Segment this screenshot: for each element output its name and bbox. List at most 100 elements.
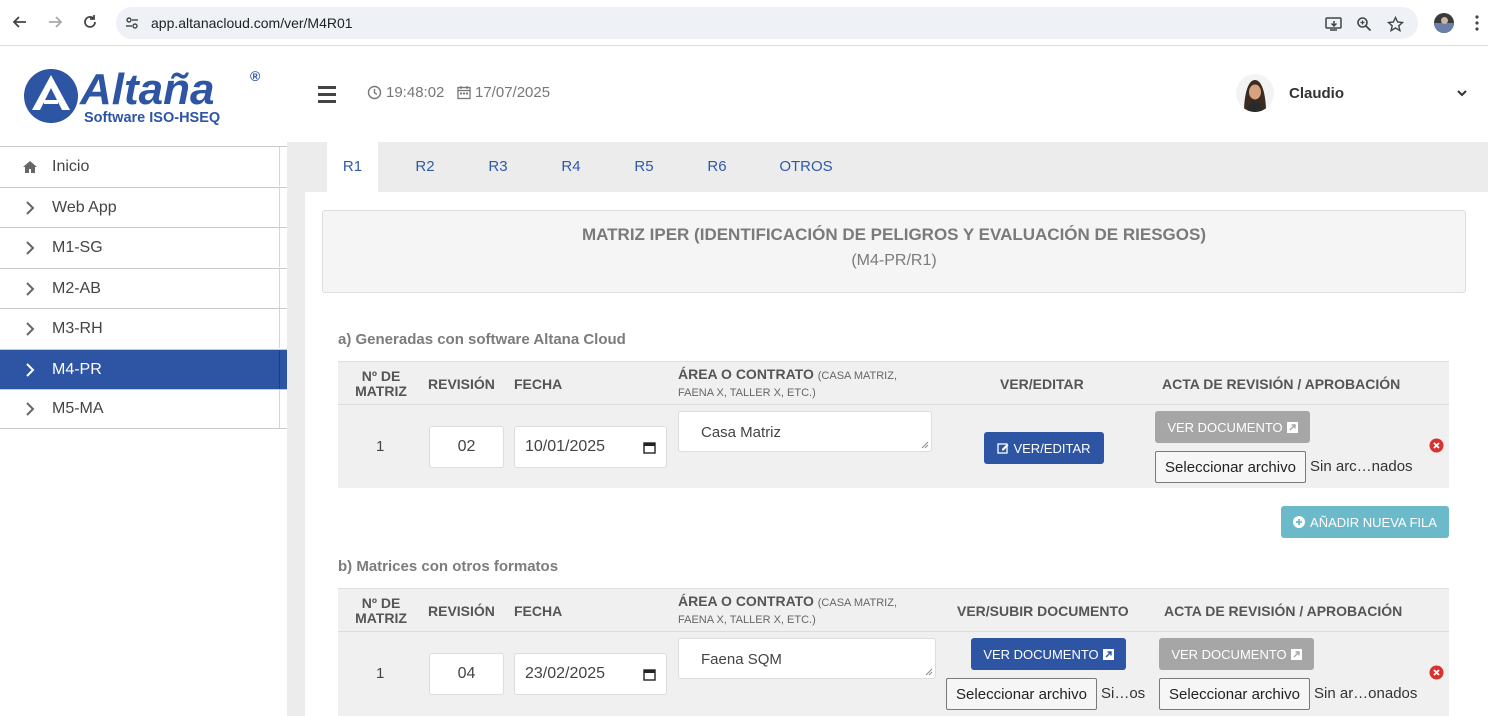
section-a-title: a) Generadas con software Altana Cloud [338, 331, 626, 348]
sidebar-item-label: M3-RH [52, 319, 103, 337]
chevron-right-icon [20, 281, 40, 296]
hamburger-menu-icon[interactable] [318, 86, 338, 103]
forward-arrow-icon[interactable] [45, 12, 65, 32]
plus-circle-icon [1293, 516, 1306, 528]
page-subtitle: (M4-PR/R1) [851, 252, 937, 269]
ver-documento-label: VER DOCUMENTO [1171, 646, 1287, 662]
url-text: app.altanacloud.com/ver/M4R01 [151, 15, 353, 31]
col-matriz: Nº DE MATRIZ [355, 595, 407, 626]
table-b-header: Nº DE MATRIZ REVISIÓN FECHA ÁREA O CONTR… [338, 588, 1449, 632]
ver-documento-button[interactable]: VER DOCUMENTO [1155, 411, 1310, 443]
chevron-down-icon[interactable] [1456, 87, 1468, 99]
install-app-icon[interactable] [1324, 15, 1342, 33]
clock-icon [367, 85, 382, 100]
area-textarea-value: Faena SQM [701, 651, 782, 668]
reload-icon[interactable] [80, 12, 100, 32]
back-arrow-icon[interactable] [10, 12, 30, 32]
sidebar-item-label: Inicio [52, 157, 90, 175]
browser-menu-icon[interactable] [1474, 14, 1480, 32]
sidebar-item-inicio[interactable]: Inicio [0, 146, 287, 186]
col-acta: ACTA DE REVISIÓN / APROBACIÓN [1164, 603, 1403, 619]
external-link-icon [1102, 648, 1114, 660]
area-textarea[interactable]: Faena SQM [678, 638, 936, 679]
col-ver: VER/EDITAR [1000, 376, 1084, 392]
sidebar-item-web-app[interactable]: Web App [0, 187, 287, 227]
sidebar-item-label: M1-SG [52, 238, 103, 256]
delete-row-icon[interactable] [1429, 665, 1444, 680]
area-textarea[interactable]: Casa Matriz [678, 411, 932, 452]
file-status: Sin ar…onados [1314, 685, 1418, 702]
ver-documento-acta-button[interactable]: VER DOCUMENTO [1159, 638, 1314, 670]
sidebar-item-m3-rh[interactable]: M3-RH [0, 308, 287, 348]
tab-r5[interactable]: R5 [624, 142, 664, 192]
select-file-button[interactable]: Seleccionar archivo [1155, 451, 1306, 483]
logo-text: Altaña [79, 66, 214, 114]
tab-otros[interactable]: OTROS [771, 142, 841, 192]
sidebar-item-label: Web App [52, 198, 117, 216]
title-panel: MATRIZ IPER (IDENTIFICACIÓN DE PELIGROS … [322, 210, 1466, 293]
tab-r2[interactable]: R2 [405, 142, 445, 192]
tab-r4[interactable]: R4 [551, 142, 591, 192]
select-file-acta-button[interactable]: Seleccionar archivo [1159, 678, 1310, 710]
date-input[interactable]: 23/02/2025 [514, 653, 667, 695]
altana-logo[interactable]: Altaña ® Software ISO-HSEQ [20, 66, 270, 126]
tab-r1[interactable]: R1 [327, 142, 378, 192]
sidebar-item-m1-sg[interactable]: M1-SG [0, 227, 287, 267]
col-revision: REVISIÓN [428, 376, 495, 392]
date-input[interactable]: 10/01/2025 [514, 426, 667, 468]
user-name[interactable]: Claudio [1289, 85, 1344, 102]
col-area-label: ÁREA O CONTRATO [678, 593, 814, 609]
external-link-icon [1286, 421, 1298, 433]
user-avatar[interactable] [1236, 74, 1274, 112]
revision-input[interactable]: 04 [429, 653, 504, 695]
page-title: MATRIZ IPER (IDENTIFICACIÓN DE PELIGROS … [581, 225, 1206, 244]
col-area-label: ÁREA O CONTRATO [678, 366, 814, 382]
header-time-text: 19:48:02 [386, 84, 445, 101]
calendar-icon [457, 86, 471, 100]
zoom-icon[interactable] [1355, 15, 1373, 33]
delete-row-icon[interactable] [1429, 438, 1444, 453]
calendar-icon[interactable] [643, 668, 656, 681]
area-textarea-value: Casa Matriz [701, 424, 782, 441]
col-fecha: FECHA [514, 376, 563, 392]
select-file-button[interactable]: Seleccionar archivo [946, 678, 1097, 710]
logo-subtext: Software ISO-HSEQ [84, 110, 220, 126]
sidebar-item-label: M2-AB [52, 279, 101, 297]
tab-r6[interactable]: R6 [697, 142, 737, 192]
address-bar[interactable]: app.altanacloud.com/ver/M4R01 [116, 7, 1418, 39]
col-ver: VER/SUBIR DOCUMENTO [957, 603, 1129, 619]
col-revision: REVISIÓN [428, 603, 495, 619]
resize-grip-icon[interactable] [925, 668, 933, 676]
col-area: ÁREA O CONTRATO (CASA MATRIZ, FAENA X, T… [678, 367, 918, 401]
revision-input[interactable]: 02 [429, 426, 504, 468]
add-row-button[interactable]: AÑADIR NUEVA FILA [1281, 506, 1449, 538]
bookmark-star-icon[interactable] [1386, 15, 1404, 33]
section-b-title: b) Matrices con otros formatos [338, 558, 559, 575]
col-matriz: Nº DE MATRIZ [355, 368, 407, 399]
profile-avatar-icon[interactable] [1434, 13, 1454, 33]
resize-grip-icon[interactable] [921, 441, 929, 449]
ver-editar-button[interactable]: VER/EDITAR [984, 432, 1104, 464]
ver-documento-label: VER DOCUMENTO [983, 646, 1099, 662]
date-input-value: 23/02/2025 [525, 665, 606, 682]
col-fecha: FECHA [514, 603, 563, 619]
row-matriz: 1 [376, 438, 385, 455]
tab-bar: R1 R2 R3 R4 R5 R6 OTROS [305, 142, 1488, 192]
header-clock: 19:48:02 [367, 84, 444, 101]
sidebar-item-m2-ab[interactable]: M2-AB [0, 268, 287, 308]
ver-documento-label: VER DOCUMENTO [1167, 419, 1283, 435]
chevron-right-icon [20, 240, 40, 255]
sidebar-item-m5-ma[interactable]: M5-MA [0, 389, 287, 429]
site-settings-icon[interactable] [124, 15, 140, 31]
sidebar-item-m4-pr[interactable]: M4-PR [0, 349, 287, 389]
calendar-icon[interactable] [643, 441, 656, 454]
col-area: ÁREA O CONTRATO (CASA MATRIZ, FAENA X, T… [678, 594, 918, 628]
row-matriz: 1 [376, 665, 385, 682]
table-a-header: Nº DE MATRIZ REVISIÓN FECHA ÁREA O CONTR… [338, 361, 1449, 405]
browser-toolbar: app.altanacloud.com/ver/M4R01 [0, 0, 1488, 46]
ver-documento-button[interactable]: VER DOCUMENTO [971, 638, 1126, 670]
sidebar: Inicio Web App M1-SG M2-AB M3-RH M4-PR M… [0, 142, 287, 716]
sidebar-item-label: M4-PR [52, 360, 102, 378]
chevron-right-icon [20, 362, 40, 377]
tab-r3[interactable]: R3 [478, 142, 518, 192]
